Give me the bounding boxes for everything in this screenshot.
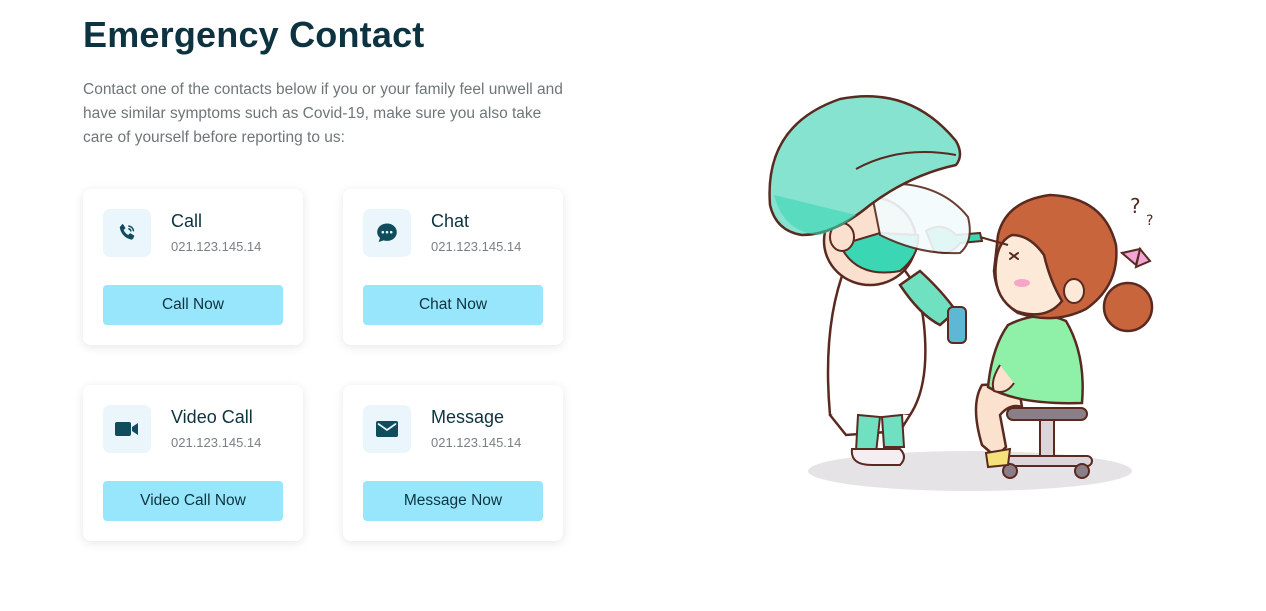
doctor-swab-test-illustration: ? ? (760, 85, 1190, 495)
contact-card-message: Message 021.123.145.14 Message Now (343, 385, 563, 541)
card-phone-number: 021.123.145.14 (431, 435, 522, 450)
svg-text:?: ? (1146, 213, 1153, 229)
card-title: Video Call (171, 407, 253, 427)
card-title: Chat (431, 211, 470, 231)
card-phone-number: 021.123.145.14 (171, 435, 262, 450)
message-now-button[interactable]: Message Now (363, 481, 543, 521)
video-call-now-button[interactable]: Video Call Now (103, 481, 283, 521)
chat-icon (363, 209, 411, 257)
envelope-icon (363, 405, 411, 453)
call-now-button[interactable]: Call Now (103, 285, 283, 325)
chat-now-button[interactable]: Chat Now (363, 285, 543, 325)
card-title: Call (171, 211, 203, 231)
card-title: Message (431, 407, 505, 427)
phone-icon (103, 209, 151, 257)
contact-card-video-call: Video Call 021.123.145.14 Video Call Now (83, 385, 303, 541)
card-phone-number: 021.123.145.14 (431, 239, 522, 254)
contact-card-chat: Chat 021.123.145.14 Chat Now (343, 189, 563, 345)
page-description: Contact one of the contacts below if you… (83, 81, 563, 146)
page-title: Emergency Contact (83, 14, 425, 55)
contact-card-call: Call 021.123.145.14 Call Now (83, 189, 303, 345)
emergency-contact-page: Emergency Contact Contact one of the con… (0, 0, 1266, 611)
video-camera-icon (103, 405, 151, 453)
svg-text:?: ? (1130, 194, 1141, 218)
card-phone-number: 021.123.145.14 (171, 239, 262, 254)
